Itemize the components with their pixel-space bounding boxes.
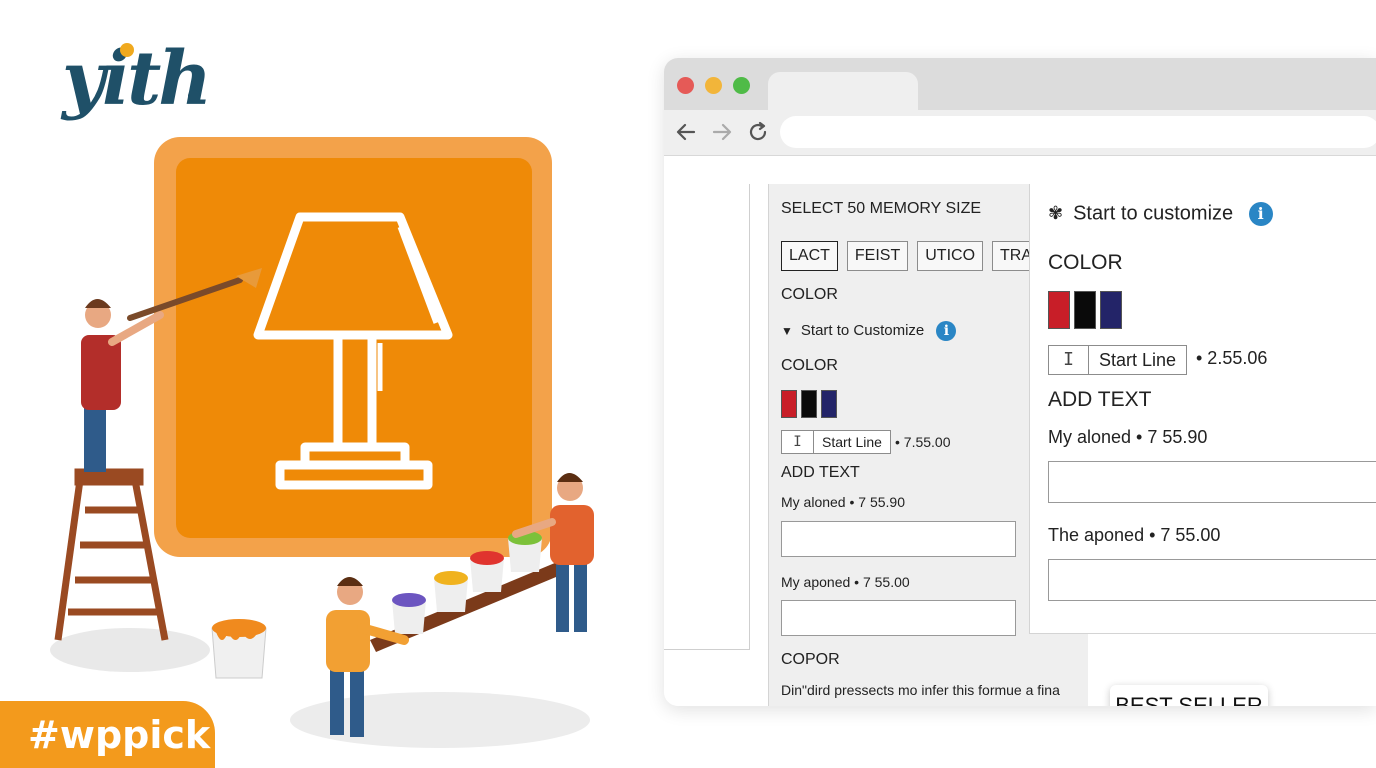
color-swatches: [1048, 291, 1122, 329]
customize-title: Start to customize: [1073, 202, 1234, 225]
text-input-1[interactable]: [781, 521, 1016, 557]
memory-option[interactable]: LACT: [781, 241, 838, 271]
back-arrow-icon[interactable]: [674, 120, 698, 144]
painter-on-ladder: [81, 268, 262, 472]
painters-illustration: [50, 268, 594, 748]
memory-option[interactable]: UTICO: [917, 241, 984, 271]
memory-option[interactable]: FEIST: [846, 241, 909, 271]
page-content: SELECT 50 MEMORY SIZE LACT FEIST UTICO T…: [664, 157, 1376, 706]
browser-tab[interactable]: [768, 72, 918, 110]
customize-toggle[interactable]: ▼ Start to Customize i: [781, 321, 957, 341]
yith-logo: yith: [62, 36, 212, 122]
reload-icon[interactable]: [746, 120, 770, 144]
swatch-navy[interactable]: [1100, 291, 1122, 329]
text-field-label-2: The aponed • 7 55.00: [1048, 525, 1221, 545]
forward-arrow-icon[interactable]: [710, 120, 734, 144]
page-sidebar: [664, 184, 750, 650]
memory-options: LACT FEIST UTICO TRATM: [781, 241, 1062, 271]
text-field-label-2: My aponed • 7 55.00: [781, 574, 910, 590]
text-input-2[interactable]: [781, 600, 1016, 636]
browser-tab-bar: [664, 58, 1376, 110]
swatch-red[interactable]: [1048, 291, 1070, 329]
start-line-label: Start Line: [822, 434, 882, 450]
color-label: COLOR: [1048, 251, 1123, 274]
text-field-label-1: My aloned • 7 55.90: [781, 494, 905, 510]
text-input-1[interactable]: [1048, 461, 1376, 503]
browser-toolbar: [664, 110, 1376, 156]
start-line-price: • 2.55.06: [1196, 348, 1268, 368]
info-icon[interactable]: i: [936, 321, 957, 341]
text-cursor-icon: I: [782, 431, 814, 453]
text-field-label-1: My aloned • 7 55.90: [1048, 427, 1208, 447]
start-line-label: Start Line: [1099, 350, 1177, 370]
memory-size-title: SELECT 50 MEMORY SIZE: [781, 200, 982, 217]
browser-window: SELECT 50 MEMORY SIZE LACT FEIST UTICO T…: [664, 58, 1376, 706]
customize-label: Start to Customize: [800, 321, 925, 339]
color-label: COLOR: [781, 286, 838, 303]
logo-dot: [120, 43, 134, 57]
color-label-2: COLOR: [781, 357, 838, 374]
swatch-navy[interactable]: [821, 390, 837, 418]
footer-note: Din"dird pressects mo infer this formue …: [781, 682, 1060, 698]
swatch-red[interactable]: [781, 390, 797, 418]
swatch-black[interactable]: [801, 390, 817, 418]
info-icon[interactable]: i: [1248, 202, 1273, 226]
ladder: [54, 468, 169, 641]
maximize-window-button[interactable]: [733, 77, 750, 94]
copor-title: COPOR: [781, 651, 840, 668]
text-input-2[interactable]: [1048, 559, 1376, 601]
start-line-field[interactable]: I Start Line: [1048, 345, 1188, 375]
triangle-down-icon: ▼: [781, 323, 793, 338]
color-swatches: [781, 390, 837, 418]
logo-period: [188, 90, 200, 102]
text-cursor-icon: I: [1049, 346, 1089, 374]
customize-panel: ✾ Start to customize i COLOR I Start Line…: [1029, 184, 1376, 634]
wppick-hashtag: #wppick: [0, 701, 215, 768]
start-line-field[interactable]: I Start Line: [781, 430, 891, 454]
customize-header: ✾ Start to customize i: [1048, 202, 1273, 226]
wand-icon: ✾: [1048, 203, 1064, 224]
paint-bucket: [211, 619, 267, 679]
minimize-window-button[interactable]: [705, 77, 722, 94]
add-text-title: ADD TEXT: [781, 464, 860, 481]
start-line-price: • 7.55.00: [895, 434, 951, 450]
close-window-button[interactable]: [677, 77, 694, 94]
add-text-title: ADD TEXT: [1048, 388, 1152, 411]
swatch-black[interactable]: [1074, 291, 1096, 329]
best-seller-badge: BEST SELLER: [1110, 685, 1268, 706]
address-bar[interactable]: [780, 116, 1376, 148]
